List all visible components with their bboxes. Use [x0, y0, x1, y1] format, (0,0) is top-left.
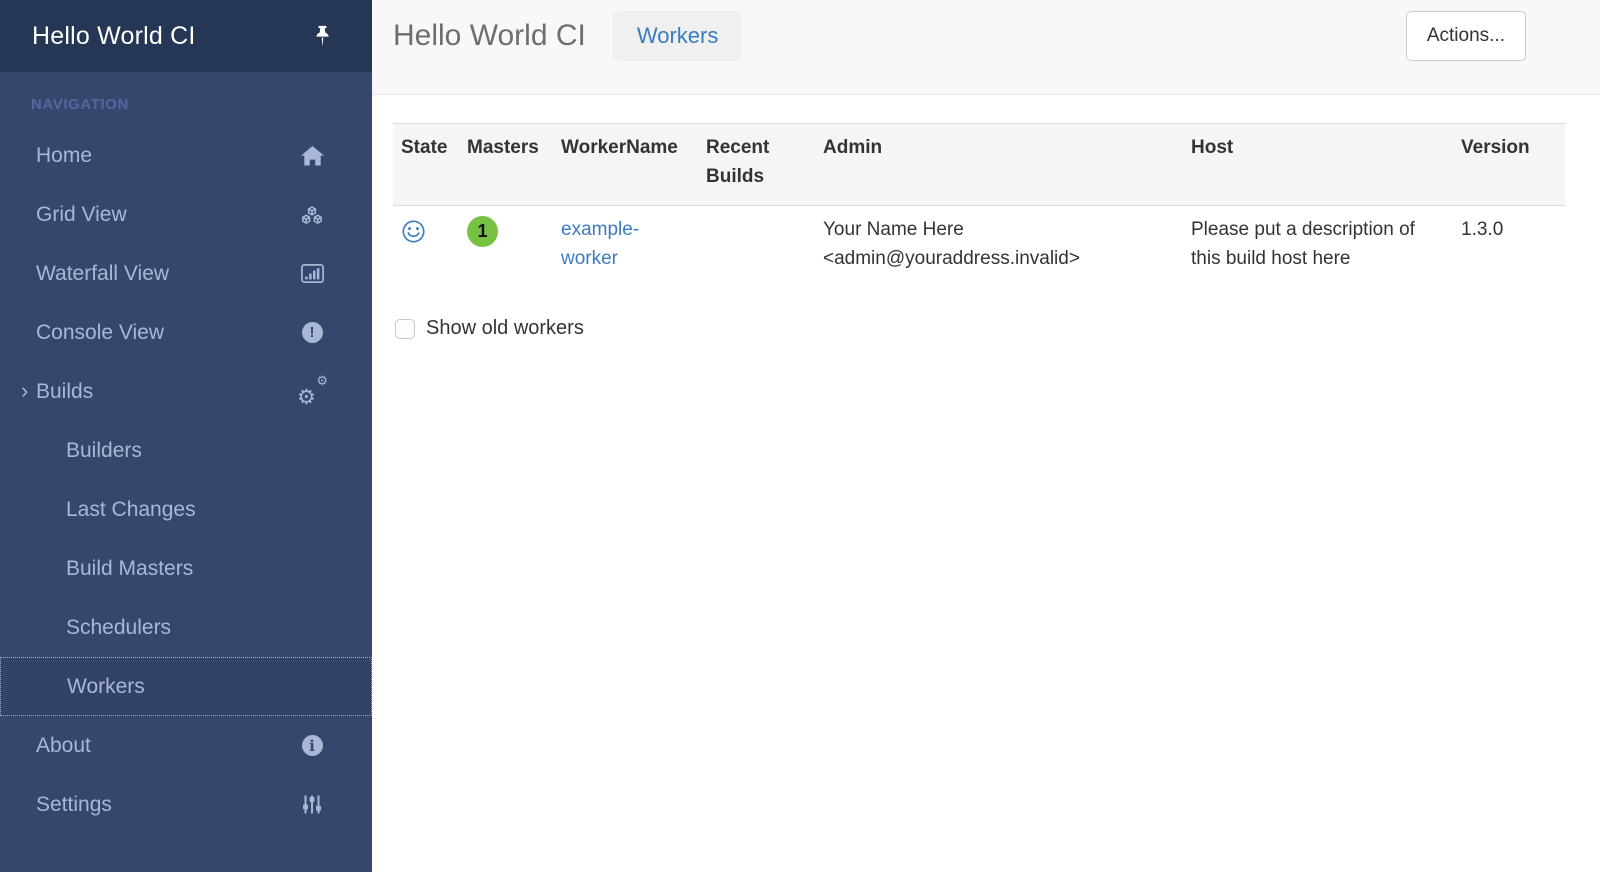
sidebar-item-label: Schedulers [66, 616, 326, 640]
sidebar-item-home[interactable]: Home [0, 126, 372, 185]
nav-section-label: NAVIGATION [0, 72, 372, 126]
chevron-right-icon[interactable]: › [21, 377, 28, 403]
bar-chart-icon [298, 264, 326, 283]
cogs-icon: ⚙⚙ [298, 379, 326, 405]
sidebar-item-label: About [36, 734, 298, 758]
topbar: Hello World CI Workers Actions... [372, 0, 1600, 95]
column-header-workername: WorkerName [553, 124, 698, 206]
column-header-version: Version [1453, 124, 1565, 206]
main-area: Hello World CI Workers Actions... StateM… [372, 0, 1600, 872]
worker-host-cell: Please put a description of this build h… [1183, 206, 1453, 284]
sidebar: Hello World CI NAVIGATION Home Grid View W… [0, 0, 372, 872]
show-old-workers-checkbox[interactable] [395, 319, 415, 339]
worker-row: 1 example-worker Your Name Here <admin@you… [393, 206, 1565, 284]
worker-admin-cell: Your Name Here <admin@youraddress.invali… [815, 206, 1183, 284]
sidebar-item-label: Waterfall View [36, 262, 298, 286]
worker-state-smiley-icon [401, 219, 451, 244]
column-header-admin: Admin [815, 124, 1183, 206]
sidebar-item-label: Console View [36, 321, 298, 345]
sidebar-item-settings[interactable]: Settings [0, 775, 372, 834]
workers-table: StateMastersWorkerNameRecent BuildsAdmin… [393, 123, 1565, 283]
masters-count-badge: 1 [467, 216, 498, 247]
workers-table-header-row: StateMastersWorkerNameRecent BuildsAdmin… [393, 124, 1565, 206]
sidebar-item-label: Settings [36, 793, 298, 817]
worker-masters-cell: 1 [459, 206, 553, 284]
sliders-icon [298, 794, 326, 815]
sidebar-item-label: Home [36, 144, 298, 168]
page-title: Hello World CI [393, 19, 586, 53]
actions-button[interactable]: Actions... [1406, 11, 1526, 61]
sidebar-item-grid-view[interactable]: Grid View [0, 185, 372, 244]
worker-recent-builds-cell [698, 206, 815, 284]
column-header-masters: Masters [459, 124, 553, 206]
sidebar-item-label: Builds [36, 380, 298, 404]
sidebar-item-about[interactable]: Abouti [0, 716, 372, 775]
sidebar-item-builds[interactable]: › Builds⚙⚙ [0, 362, 372, 421]
sidebar-item-waterfall-view[interactable]: Waterfall View [0, 244, 372, 303]
breadcrumb-workers[interactable]: Workers [613, 11, 743, 61]
info-circle-icon: i [298, 735, 326, 756]
workers-table-body: 1 example-worker Your Name Here <admin@you… [393, 206, 1565, 284]
sidebar-item-label: Build Masters [66, 557, 326, 581]
sidebar-item-last-changes[interactable]: Last Changes [0, 480, 372, 539]
cubes-icon [298, 205, 326, 225]
sidebar-item-label: Grid View [36, 203, 298, 227]
sidebar-item-builders[interactable]: Builders [0, 421, 372, 480]
pin-icon[interactable] [313, 25, 332, 48]
sidebar-item-console-view[interactable]: Console View! [0, 303, 372, 362]
exclamation-circle-icon: ! [298, 322, 326, 343]
sidebar-item-schedulers[interactable]: Schedulers [0, 598, 372, 657]
worker-state-cell [393, 206, 459, 284]
sidebar-item-workers[interactable]: Workers [0, 657, 372, 716]
worker-name-link[interactable]: example-worker [561, 219, 639, 269]
column-header-state: State [393, 124, 459, 206]
worker-version-cell: 1.3.0 [1453, 206, 1565, 284]
sidebar-header: Hello World CI [0, 0, 372, 72]
sidebar-navigation: NAVIGATION Home Grid View Waterfall View Co… [0, 72, 372, 834]
column-header-host: Host [1183, 124, 1453, 206]
sidebar-item-label: Builders [66, 439, 326, 463]
column-header-recent-builds: Recent Builds [698, 124, 815, 206]
content: StateMastersWorkerNameRecent BuildsAdmin… [372, 95, 1600, 340]
sidebar-item-label: Workers [67, 675, 325, 699]
sidebar-item-build-masters[interactable]: Build Masters [0, 539, 372, 598]
show-old-workers-label: Show old workers [426, 317, 584, 340]
sidebar-item-label: Last Changes [66, 498, 326, 522]
home-icon [298, 146, 326, 166]
worker-name-cell: example-worker [553, 206, 698, 284]
show-old-workers-row: Show old workers [393, 317, 1580, 340]
sidebar-app-title: Hello World CI [32, 22, 196, 51]
sidebar-nav: Home Grid View Waterfall View Console View!… [0, 126, 372, 834]
